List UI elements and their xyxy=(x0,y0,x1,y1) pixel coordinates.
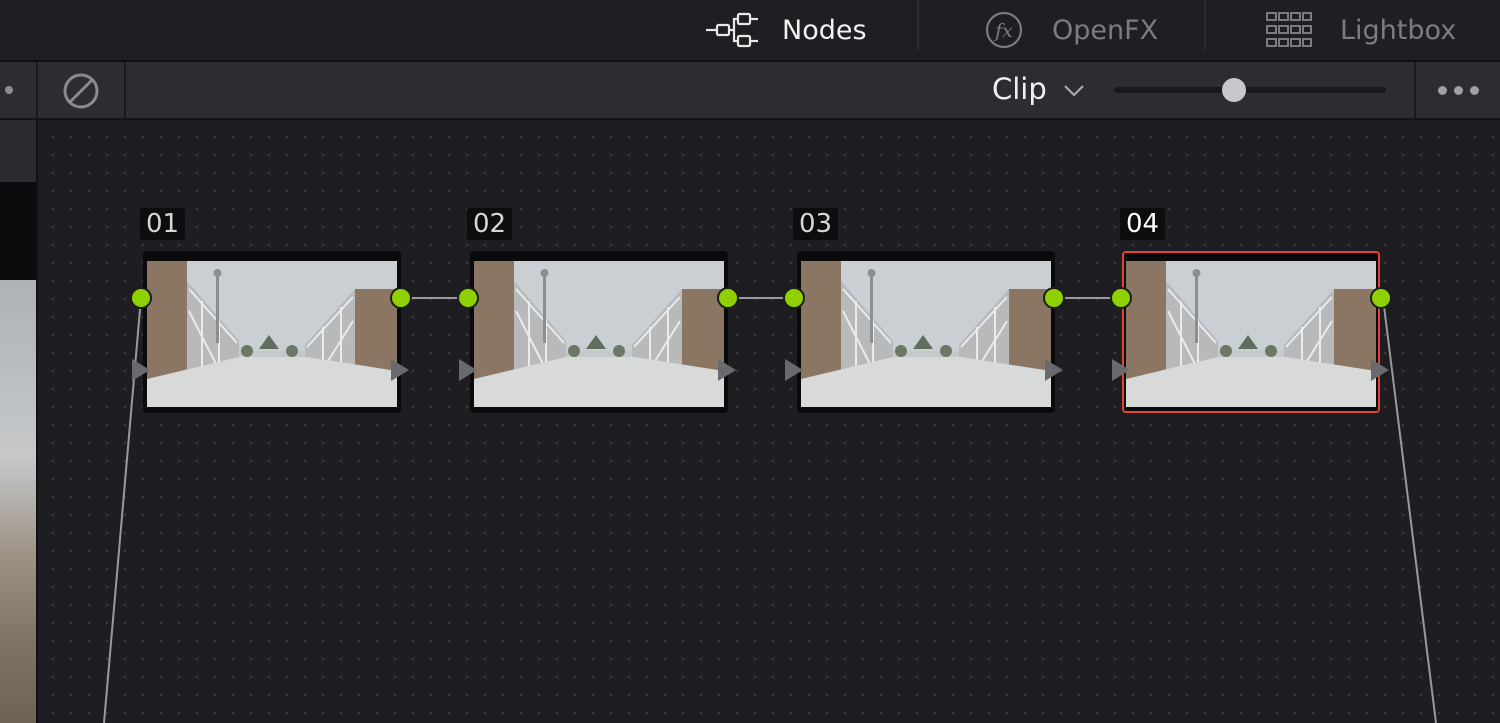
node-editor-toolbar: Clip xyxy=(0,62,1500,120)
color-node-02[interactable] xyxy=(470,251,728,413)
viewer-image-edge xyxy=(0,280,38,723)
tab-lightbox[interactable]: Lightbox xyxy=(1266,0,1456,60)
key-input-icon[interactable] xyxy=(132,359,150,381)
node-thumbnail xyxy=(1126,261,1376,407)
toolbar-divider xyxy=(1414,62,1416,118)
viewer-edge xyxy=(0,120,38,723)
color-node-04[interactable] xyxy=(1122,251,1380,413)
rgb-input-port[interactable] xyxy=(457,287,479,309)
top-tab-bar: Nodes fx OpenFX Lightbox xyxy=(0,0,1500,62)
rgb-input-port[interactable] xyxy=(783,287,805,309)
rgb-output-port[interactable] xyxy=(717,287,739,309)
rgb-input-port[interactable] xyxy=(1110,287,1132,309)
tab-openfx[interactable]: fx OpenFX xyxy=(984,0,1158,60)
node-graph-canvas[interactable] xyxy=(38,120,1500,723)
bypass-icon[interactable] xyxy=(62,72,100,110)
node-number-label: 02 xyxy=(467,208,513,240)
zoom-slider-handle[interactable] xyxy=(1221,78,1246,102)
key-output-icon[interactable] xyxy=(718,359,736,381)
key-input-icon[interactable] xyxy=(459,359,477,381)
key-output-icon[interactable] xyxy=(1371,359,1389,381)
toolbar-divider xyxy=(36,62,38,118)
tab-divider xyxy=(917,0,919,50)
fx-icon: fx xyxy=(985,11,1023,49)
tab-lightbox-label: Lightbox xyxy=(1340,14,1457,46)
node-number-label-selected: 04 xyxy=(1120,208,1166,240)
lightbox-grid-icon xyxy=(1266,12,1312,47)
nodes-icon xyxy=(706,12,758,48)
rgb-output-port[interactable] xyxy=(390,287,412,309)
node-connections xyxy=(103,297,1437,723)
node-thumbnail xyxy=(147,261,397,407)
key-output-icon[interactable] xyxy=(1045,359,1063,381)
color-node-01[interactable] xyxy=(143,251,401,413)
node-number-label: 01 xyxy=(140,208,186,240)
output-connection-line xyxy=(1382,297,1437,723)
chevron-down-icon[interactable] xyxy=(1062,78,1086,102)
zoom-slider-track[interactable] xyxy=(1114,87,1386,93)
node-thumbnail xyxy=(801,261,1051,407)
color-node-03[interactable] xyxy=(797,251,1055,413)
tab-nodes[interactable]: Nodes xyxy=(704,0,867,60)
node-thumbnail xyxy=(474,261,724,407)
panel-handle-dot[interactable] xyxy=(5,86,13,94)
node-number-label: 03 xyxy=(793,208,839,240)
tab-openfx-label: OpenFX xyxy=(1052,14,1159,46)
key-input-icon[interactable] xyxy=(785,359,803,381)
rgb-output-port[interactable] xyxy=(1043,287,1065,309)
mode-dropdown-label[interactable]: Clip xyxy=(992,72,1047,106)
rgb-input-port[interactable] xyxy=(130,287,152,309)
more-options-icon[interactable] xyxy=(1438,86,1482,96)
tab-nodes-label: Nodes xyxy=(782,14,867,46)
svg-text:fx: fx xyxy=(993,20,1013,42)
key-output-icon[interactable] xyxy=(391,359,409,381)
toolbar-divider xyxy=(124,62,126,118)
rgb-output-port[interactable] xyxy=(1370,287,1392,309)
key-input-icon[interactable] xyxy=(1112,359,1130,381)
tab-divider xyxy=(1204,0,1206,50)
